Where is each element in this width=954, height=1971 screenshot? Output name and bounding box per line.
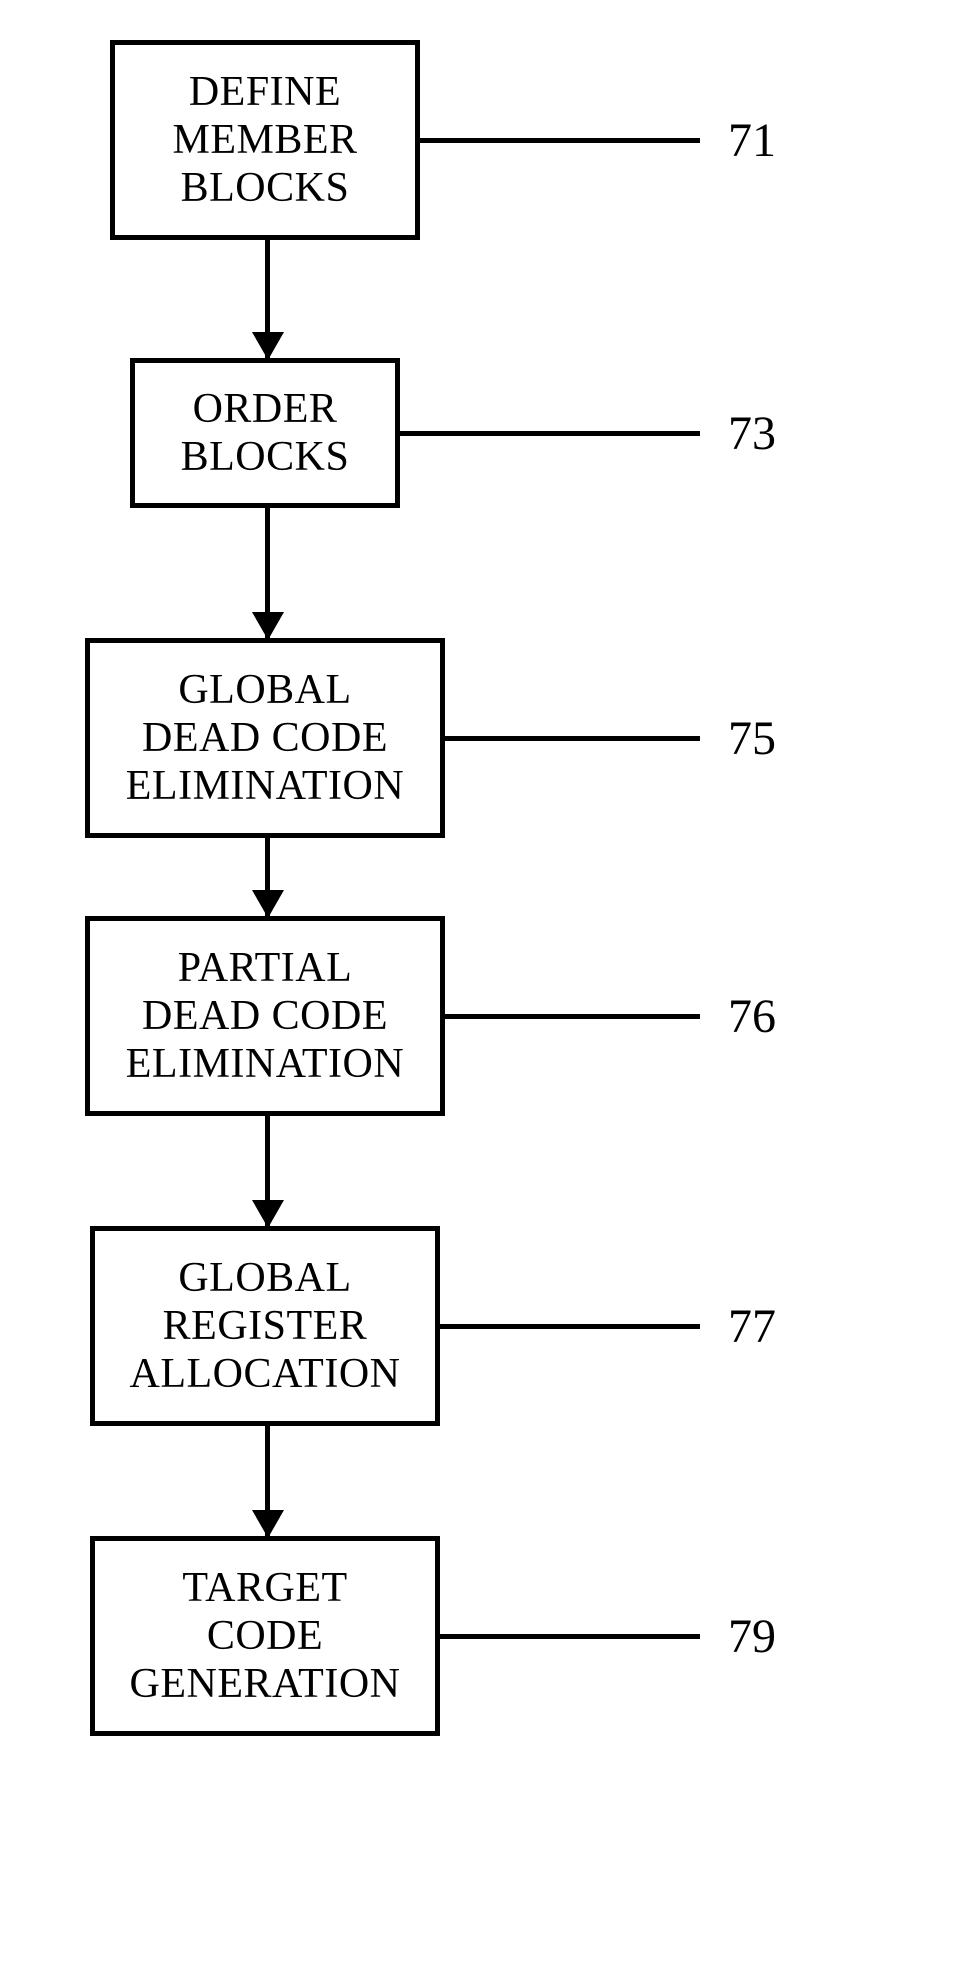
flow-box-text: ALLOCATION: [130, 1350, 401, 1398]
flow-box-text: BLOCKS: [181, 433, 350, 481]
flow-box: ORDERBLOCKS: [130, 358, 400, 508]
flow-box-text: DEAD CODE: [142, 714, 388, 762]
arrow-down-icon: [265, 838, 270, 916]
flow-box-text: GENERATION: [130, 1660, 401, 1708]
flow-node-row: GLOBALDEAD CODEELIMINATION 75: [110, 638, 850, 838]
connector-line: [445, 1014, 700, 1019]
arrow-down-icon: [265, 1116, 270, 1226]
node-label: 71: [700, 113, 776, 168]
flow-node-row: DEFINEMEMBERBLOCKS 71: [110, 40, 850, 240]
flow-node-row: PARTIALDEAD CODEELIMINATION 76: [110, 916, 850, 1116]
connector-line: [420, 138, 700, 143]
flow-box-text: GLOBAL: [178, 1254, 351, 1302]
flow-node-row: GLOBALREGISTERALLOCATION 77: [110, 1226, 850, 1426]
arrow-wrap: [110, 1116, 850, 1226]
flow-box-text: ELIMINATION: [126, 1040, 404, 1088]
flow-box-text: DEFINE: [189, 68, 341, 116]
flow-box-text: PARTIAL: [178, 944, 352, 992]
connector-line: [445, 736, 700, 741]
flow-box: DEFINEMEMBERBLOCKS: [110, 40, 420, 240]
arrow-down-icon: [265, 1426, 270, 1536]
flow-box-text: TARGET: [182, 1564, 347, 1612]
node-label: 79: [700, 1609, 776, 1664]
connector-line: [400, 431, 700, 436]
connector-line: [440, 1634, 700, 1639]
connector-line: [440, 1324, 700, 1329]
flow-box: PARTIALDEAD CODEELIMINATION: [85, 916, 445, 1116]
node-label: 77: [700, 1299, 776, 1354]
flow-node-row: ORDERBLOCKS 73: [110, 358, 850, 508]
flow-box-text: CODE: [207, 1612, 323, 1660]
node-label: 76: [700, 989, 776, 1044]
arrow-down-icon: [265, 508, 270, 638]
flow-box: TARGETCODEGENERATION: [90, 1536, 440, 1736]
flow-box-text: GLOBAL: [178, 666, 351, 714]
flow-box: GLOBALDEAD CODEELIMINATION: [85, 638, 445, 838]
flow-box-text: DEAD CODE: [142, 992, 388, 1040]
flow-box-text: BLOCKS: [181, 164, 350, 212]
flow-box-text: REGISTER: [163, 1302, 368, 1350]
arrow-wrap: [110, 838, 850, 916]
flow-box: GLOBALREGISTERALLOCATION: [90, 1226, 440, 1426]
flow-box-text: MEMBER: [172, 116, 357, 164]
flowchart: DEFINEMEMBERBLOCKS71ORDERBLOCKS73GLOBALD…: [110, 40, 850, 1736]
node-label: 73: [700, 406, 776, 461]
flow-node-row: TARGETCODEGENERATION 79: [110, 1536, 850, 1736]
flow-box-text: ORDER: [193, 385, 338, 433]
node-label: 75: [700, 711, 776, 766]
arrow-wrap: [110, 240, 850, 358]
arrow-wrap: [110, 508, 850, 638]
arrow-wrap: [110, 1426, 850, 1536]
arrow-down-icon: [265, 240, 270, 358]
flow-box-text: ELIMINATION: [126, 762, 404, 810]
